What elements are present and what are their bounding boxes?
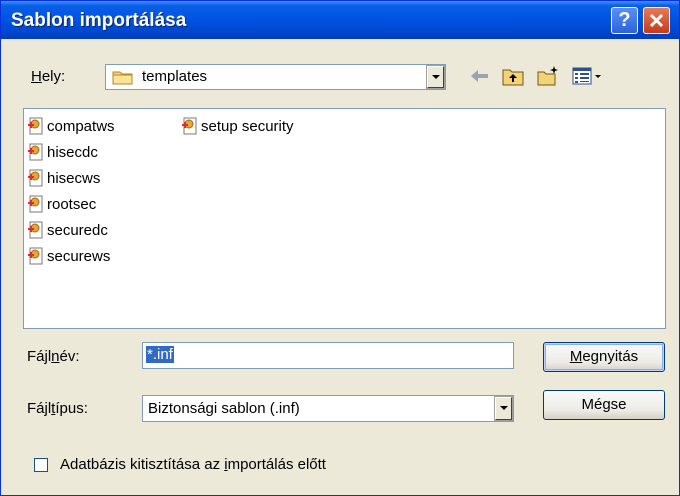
file-name: securews [47,247,111,265]
filetype-value: Biztonsági sablon (.inf) [148,400,300,417]
filename-value: *.inf [146,346,174,363]
open-button[interactable]: Megnyitás [543,342,665,372]
filetype-dropdown-button[interactable] [494,396,513,421]
template-file-icon [28,117,43,135]
file-name: rootsec [47,195,97,213]
file-list[interactable]: compatws hisecdc hisecws rootsec secured… [23,108,666,329]
close-button[interactable] [643,7,670,34]
file-item-setup-security[interactable]: setup security [180,116,294,136]
clear-database-label[interactable]: Adatbázis kitisztítása az importálás elő… [60,456,326,473]
template-file-icon [28,247,43,265]
filetype-combo[interactable]: Biztonsági sablon (.inf) [142,395,514,422]
file-name: setup security [201,117,294,135]
filetype-label: Fájltípus: [27,400,88,417]
cancel-button[interactable]: Mégse [543,390,665,420]
help-button[interactable]: ? [611,7,638,34]
location-dropdown-button[interactable] [426,65,445,89]
clear-database-checkbox[interactable] [34,458,48,472]
file-name: securedc [47,221,108,239]
location-value: templates [142,68,208,85]
view-menu-icon[interactable] [571,65,603,87]
file-item-hisecdc[interactable]: hisecdc [26,142,98,162]
file-item-hisecws[interactable]: hisecws [26,168,100,188]
import-template-dialog: Sablon importálása ? Hely: templates com… [0,0,680,496]
window-title: Sablon importálása [11,10,187,31]
template-file-icon [28,169,43,187]
location-label: Hely: [31,68,66,85]
file-item-securedc[interactable]: securedc [26,220,108,240]
location-label-rest: ely: [41,68,66,85]
template-file-icon [28,221,43,239]
file-name: compatws [47,117,115,135]
filename-label: Fájlnév: [27,348,80,365]
filename-field[interactable]: *.inf [142,342,514,369]
title-bar[interactable]: Sablon importálása ? [1,1,679,39]
template-file-icon [28,143,43,161]
open-button-label: Megnyitás [569,348,639,365]
back-arrow-icon[interactable] [468,65,492,87]
file-name: hisecws [47,169,101,187]
close-icon [649,13,664,28]
template-file-icon [182,117,197,135]
file-item-securews[interactable]: securews [26,246,110,266]
template-file-icon [28,195,43,213]
file-item-compatws[interactable]: compatws [26,116,115,136]
location-combo[interactable]: templates [105,64,446,90]
file-item-rootsec[interactable]: rootsec [26,194,96,214]
new-folder-icon[interactable] [536,65,560,87]
folder-icon [112,71,133,85]
file-name: hisecdc [47,143,98,161]
up-folder-icon[interactable] [501,65,525,87]
